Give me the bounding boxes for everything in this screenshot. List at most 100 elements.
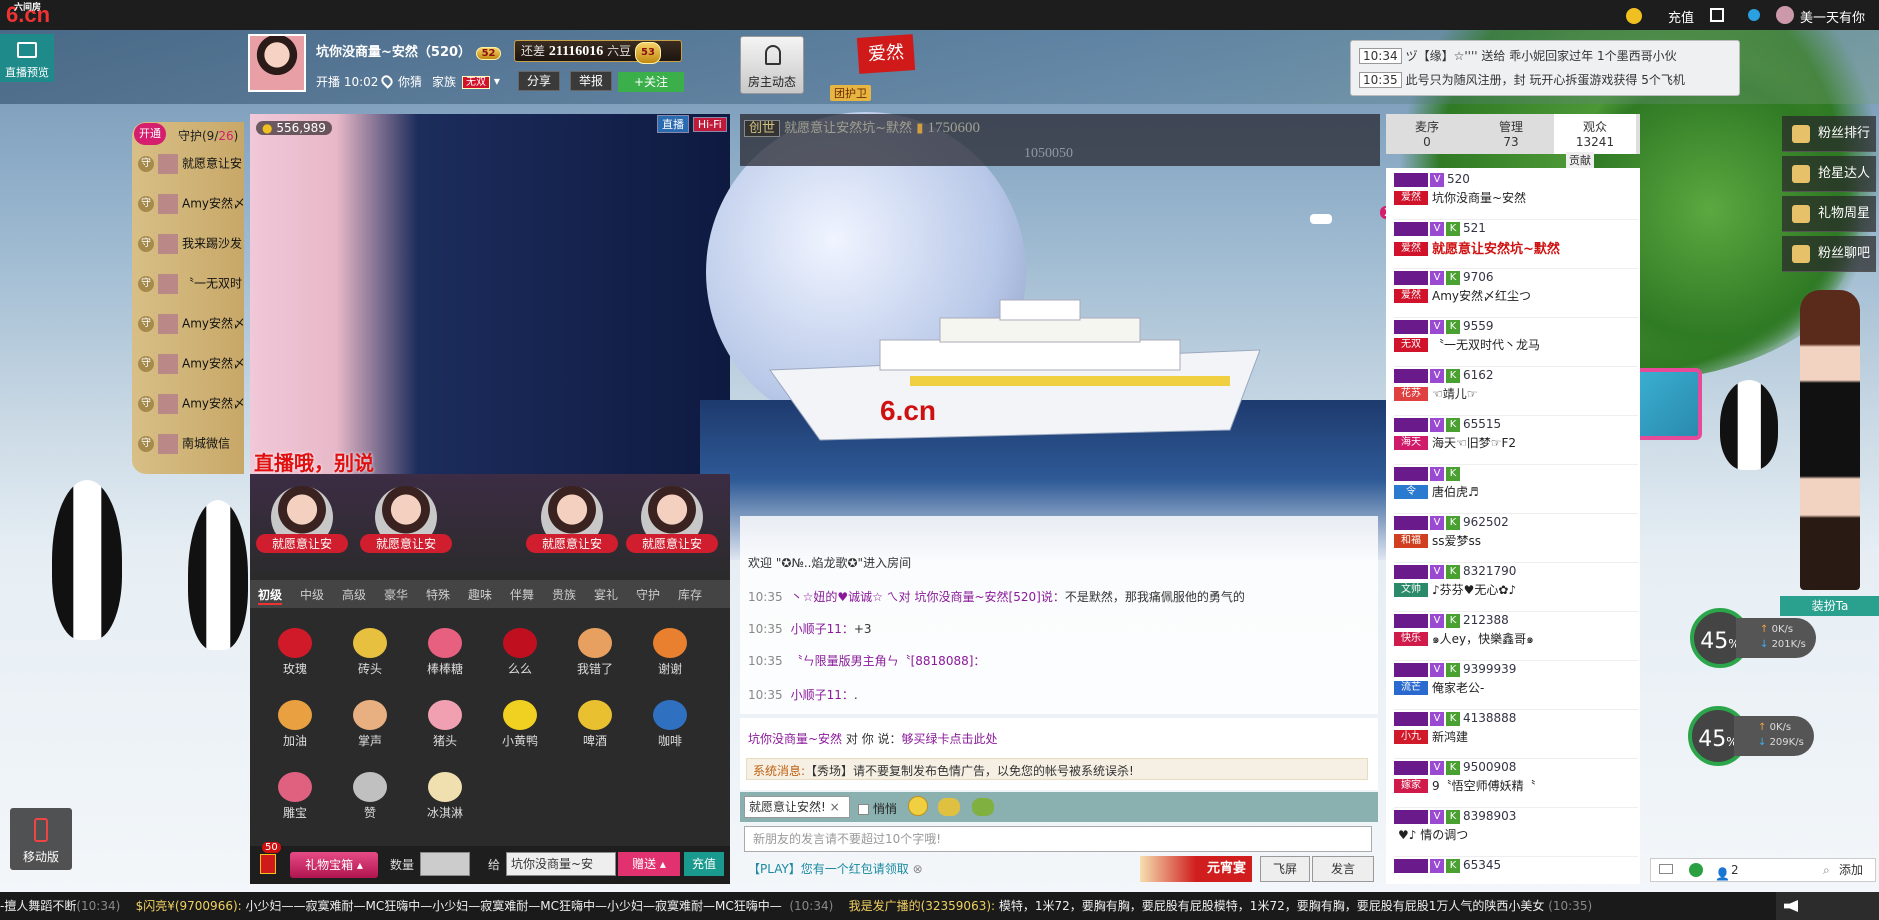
add-friend-link[interactable]: 添加 [1839,859,1863,881]
mobile-version-button[interactable]: 移动版 [10,808,72,870]
give-gift-button[interactable]: 赠送 ▴ [618,852,680,876]
user-row[interactable]: V K 8398903 ♥♪ 情の调つ [1394,809,1638,857]
user-row[interactable]: V K 8321790 文帅 ♪芬芬♥无心✿♪ [1394,564,1638,612]
quantity-input[interactable] [420,852,470,876]
guard-team-badge[interactable]: 团护卫 [830,85,871,101]
top-fan-row[interactable]: 创世 就愿意让安然坑~默然 ▮ 1750600 [744,117,980,137]
side-menu-item[interactable]: 粉丝聊吧 [1782,236,1876,272]
guard-item[interactable]: 守 就愿意让安 [138,154,248,190]
host-dynamics-button[interactable]: 房主动态 [740,36,804,94]
guard-item[interactable]: 守 南城微信 [138,434,248,470]
side-menu-item[interactable]: 礼物周星 [1782,196,1876,232]
send-button[interactable]: 发言 [1312,856,1374,882]
chat-user[interactable]: 丶☆妞的♥诚诚☆ ㄟ对 坑你没商量~安然[520]说： [791,590,1065,604]
gift-tab[interactable]: 趣味 [468,586,492,603]
svip-emoji-icon[interactable] [972,798,994,816]
gift-item[interactable]: 猪头 [408,700,482,760]
gift-recipient[interactable]: 就愿意让安 [626,474,718,580]
contribution-sort[interactable]: 贡献 [1566,152,1594,168]
gift-tab[interactable]: 初级 [258,586,283,605]
gift-recipient[interactable]: 就愿意让安 [360,474,452,580]
user-row[interactable]: V K 65515 海天 海天☜旧梦☞F2 [1394,417,1638,465]
gift-tab[interactable]: 高级 [342,586,366,603]
lantern-feast-button[interactable]: 元宵宴 [1140,856,1252,882]
gift-tab[interactable]: 特殊 [426,586,450,603]
user-row[interactable]: V K 212388 快乐 ๑人ey，快樂鑫哥๑ [1394,613,1638,661]
network-speed-widget[interactable]: 45% ↑ 0K/s ↓ 201K/s [1690,608,1816,678]
gift-item[interactable]: 掌声 [333,700,407,760]
gift-tab[interactable]: 伴舞 [510,586,534,603]
close-icon[interactable]: ⊗ [913,862,923,876]
search-icon[interactable]: ⌕ [1823,859,1830,881]
user-row[interactable]: V K 9399939 流芒 俺家老公- [1394,662,1638,710]
gift-tab[interactable]: 宴礼 [594,586,618,603]
share-button[interactable]: 分享 [518,71,561,91]
user-row[interactable]: V K 9706 爱然 Amy安然〆红尘つ [1394,270,1638,318]
chat-user[interactable]: 〝ㄣ限量版男主角ㄣ〝[8818088]： [791,654,986,668]
gift-item[interactable]: 么么 [483,628,557,688]
chat-input[interactable]: 新朋友的发言请不要超过10个字哦! [744,826,1372,852]
gift-tab[interactable]: 中级 [300,586,324,603]
gift-item[interactable]: 冰淇淋 [408,772,482,832]
user-row[interactable]: V K 6162 花苏 ☜靖儿☞ [1394,368,1638,416]
check-icon[interactable] [1689,863,1703,877]
user-row[interactable]: V K 4138888 小九 新鸿建 [1394,711,1638,759]
gift-tab[interactable]: 豪华 [384,586,408,603]
emoji-icon[interactable] [908,796,928,816]
gift-box-button[interactable]: 礼物宝箱 ▴ [290,852,378,878]
gift-item[interactable]: 玫瑰 [258,628,332,688]
chat-target-select[interactable]: 就愿意让安然! × [744,796,850,818]
site-logo[interactable]: 六间房 6.cn [6,2,50,28]
gift-item[interactable]: 啤酒 [558,700,632,760]
coin-icon[interactable] [1626,8,1642,24]
side-menu-item[interactable]: 粉丝排行 [1782,116,1876,152]
gift-item[interactable]: 棒棒糖 [408,628,482,688]
chat-user[interactable]: 小顺子11： [791,622,854,636]
guard-item[interactable]: 守 Amy安然〆 [138,314,248,350]
user-list-tab[interactable]: 麦序 0 [1386,114,1468,154]
user-name[interactable]: 美一天有你 [1800,7,1865,26]
guard-item[interactable]: 守 我来踢沙发 [138,234,248,270]
gift-item[interactable]: 小黄鸭 [483,700,557,760]
gift-tab[interactable]: 守护 [636,586,660,603]
shield-icon[interactable] [1748,9,1760,21]
gift-recipient[interactable]: 就愿意让安 [256,474,348,580]
gift-item[interactable]: 雕宝 [258,772,332,832]
guard-item[interactable]: 守 〝一无双时 [138,274,248,310]
publish-broadcast-button[interactable] [1776,892,1879,920]
gift-recipient[interactable]: 就愿意让安 [526,474,618,580]
user-row[interactable]: V K 962502 和福 ss爱梦ss [1394,515,1638,563]
gift-item[interactable]: 谢谢 [633,628,707,688]
host-avatar[interactable] [248,34,306,92]
fan-club-badge[interactable]: 爱然 [856,34,916,74]
close-icon[interactable]: × [830,800,840,814]
report-button[interactable]: 举报 [570,71,613,91]
recipient-select[interactable]: 坑你没商量~安 [506,852,616,876]
user-row[interactable]: V K 9559 无双 〝一无双时代丶龙马 [1394,319,1638,367]
user-row[interactable]: V K 9500908 嫁家 9〝悟空师傅妖精〝 [1394,760,1638,808]
vip-emoji-icon[interactable] [938,798,960,816]
mail-icon[interactable] [1659,864,1673,874]
user-list-tab[interactable]: 观众 13241 [1554,114,1636,154]
edit-icon[interactable] [1710,8,1724,22]
user-list-tab[interactable]: 管理 73 [1470,114,1552,154]
network-speed-widget[interactable]: 45% ↑ 0K/s ↓ 209K/s [1688,706,1814,776]
recharge-link[interactable]: 充值 [1668,7,1694,26]
gift-item[interactable]: 加油 [258,700,332,760]
user-row[interactable]: V K 令唐伯虎♬ [1394,466,1638,514]
fly-screen-button[interactable]: 飞屏 [1260,856,1310,882]
person-icon[interactable]: 👤 [1715,863,1730,885]
guard-item[interactable]: 守 Amy安然〆 [138,354,248,390]
chat-user[interactable]: 小顺子11： [791,688,854,702]
gift-item[interactable]: 咖啡 [633,700,707,760]
gift-recharge-button[interactable]: 充值 [684,852,724,876]
whisper-checkbox[interactable]: 悄悄 [858,800,897,817]
family-tag[interactable]: 无双 ▾ [462,73,500,89]
user-row[interactable]: V K 521 爱然 就愿意让安然坑~默然 [1394,221,1638,269]
guard-item[interactable]: 守 Amy安然〆 [138,194,248,230]
side-menu-item[interactable]: 抢星达人 [1782,156,1876,192]
guard-item[interactable]: 守 Amy安然〆 [138,394,248,430]
user-row[interactable]: V 520 爱然 坑你没商量~安然 [1394,172,1638,220]
follow-button[interactable]: +关注 [618,72,684,92]
live-video[interactable] [250,114,730,474]
